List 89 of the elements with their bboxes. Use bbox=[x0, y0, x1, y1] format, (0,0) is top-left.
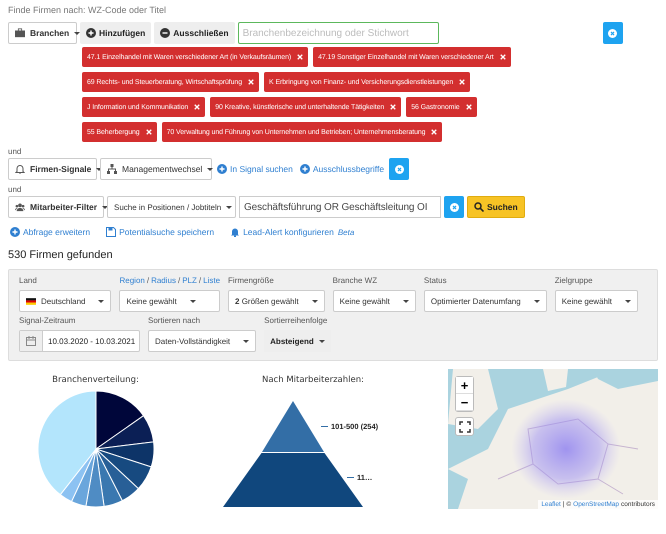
flag-icon bbox=[26, 298, 36, 304]
chart-title: Nach Mitarbeiterzahlen: bbox=[262, 375, 364, 385]
add-link[interactable]: In Signal suchen bbox=[217, 164, 293, 174]
remove-icon[interactable] bbox=[431, 129, 438, 135]
connector-label: und bbox=[8, 185, 22, 196]
close-icon bbox=[450, 202, 458, 212]
calendar-icon bbox=[26, 336, 36, 346]
search-icon bbox=[474, 202, 484, 212]
caret-icon bbox=[402, 300, 409, 302]
filter-label: Branche WZ bbox=[332, 276, 378, 287]
hierarchy-icon bbox=[107, 164, 117, 174]
separator: / bbox=[198, 276, 202, 287]
close-icon bbox=[608, 28, 618, 38]
filter-label: Sortierreihenfolge bbox=[264, 316, 328, 327]
caret-icon bbox=[98, 300, 104, 302]
action-link[interactable]: Lead-Alert konfigurieren bbox=[230, 227, 334, 237]
caret-icon bbox=[243, 340, 250, 342]
connector-label: und bbox=[8, 147, 22, 158]
filter-dropdown[interactable]: 2 Größen gewählt bbox=[228, 290, 325, 312]
filter-dropdown[interactable]: Daten-Vollständigkeit bbox=[148, 330, 256, 352]
filter-label: Land bbox=[19, 276, 38, 287]
signal-dropdown[interactable]: Managementwechsel bbox=[100, 158, 212, 180]
filter-dropdown[interactable]: Deutschland bbox=[19, 290, 112, 312]
clear-button[interactable] bbox=[444, 196, 464, 218]
save-icon bbox=[106, 227, 116, 237]
result-count: 530 Firmen gefunden bbox=[8, 249, 114, 263]
separator: / bbox=[178, 276, 180, 287]
caret-icon bbox=[207, 168, 214, 170]
clear-button[interactable] bbox=[602, 22, 623, 44]
remove-icon[interactable] bbox=[500, 54, 506, 60]
briefcase-icon bbox=[15, 28, 25, 38]
filter-dropdown[interactable]: Keine gewählt bbox=[554, 290, 638, 312]
mode-dropdown[interactable]: Suche in Positionen / Jobtiteln bbox=[107, 196, 236, 218]
region-link[interactable]: Radius bbox=[151, 276, 176, 287]
query-field[interactable]: Geschäftsführung OR Geschäftsleitung OI bbox=[239, 196, 441, 218]
region-link[interactable]: Region bbox=[119, 276, 145, 287]
category-dropdown[interactable]: Branchen bbox=[8, 22, 77, 44]
action-link[interactable]: Potentialsuche speichern bbox=[106, 227, 214, 237]
users-icon bbox=[15, 202, 25, 212]
exclude-button[interactable]: Ausschließen bbox=[154, 22, 235, 44]
caret-icon bbox=[534, 300, 540, 302]
close-icon bbox=[394, 164, 404, 174]
caret-icon bbox=[318, 340, 325, 342]
region-link[interactable]: PLZ bbox=[182, 276, 197, 287]
industry-search-field[interactable]: Branchenbezeichnung oder Stichwort bbox=[238, 22, 439, 44]
plus-circle-icon bbox=[300, 164, 310, 174]
chart-title: Branchenverteilung: bbox=[52, 375, 139, 385]
caret-icon bbox=[624, 300, 631, 302]
bell-icon bbox=[230, 227, 240, 237]
leader-line bbox=[347, 477, 354, 478]
zoom-in-button[interactable]: + bbox=[456, 377, 473, 394]
add-link[interactable]: Ausschlussbegriffe bbox=[300, 164, 384, 174]
leader-line bbox=[321, 426, 328, 427]
category-dropdown[interactable]: Mitarbeiter-Filter bbox=[8, 196, 104, 218]
action-link[interactable]: Abfrage erweitern bbox=[10, 227, 90, 237]
remove-icon[interactable] bbox=[466, 104, 472, 110]
remove-icon[interactable] bbox=[248, 79, 254, 85]
remove-icon[interactable] bbox=[390, 104, 396, 110]
plus-circle-icon bbox=[10, 227, 20, 237]
clear-button[interactable] bbox=[389, 158, 410, 180]
search-button[interactable]: Suchen bbox=[467, 196, 525, 218]
caret-icon bbox=[312, 300, 318, 302]
filter-label: Status bbox=[424, 276, 448, 287]
filter-dropdown[interactable]: Optimierter Datenumfang bbox=[424, 290, 547, 312]
filter-label: Firmengröße bbox=[228, 276, 275, 287]
category-dropdown[interactable]: Firmen-Signale bbox=[8, 158, 97, 180]
date-range-field[interactable]: 10.03.2020 - 10.03.2021 bbox=[19, 330, 140, 352]
caret-icon bbox=[226, 206, 232, 208]
search-label: Finde Firmen nach: WZ-Code oder Titel bbox=[8, 5, 168, 17]
filter-label: Signal-Zeitraum bbox=[19, 316, 76, 327]
caret-icon bbox=[190, 300, 196, 302]
filter-label: Sortieren nach bbox=[148, 316, 202, 327]
plus-circle-icon bbox=[217, 164, 227, 174]
plus-circle-icon bbox=[86, 28, 96, 38]
filter-dropdown[interactable]: Keine gewählt bbox=[332, 290, 416, 312]
remove-icon[interactable] bbox=[194, 104, 200, 110]
remove-icon[interactable] bbox=[146, 129, 152, 135]
fullscreen-icon bbox=[458, 420, 470, 432]
filter-label: Zielgruppe bbox=[554, 276, 594, 287]
add-button[interactable]: Hinzufügen bbox=[80, 22, 152, 44]
separator: / bbox=[146, 276, 150, 287]
region-link[interactable]: Liste bbox=[203, 276, 220, 287]
beta-label: Beta bbox=[338, 228, 354, 236]
fullscreen-button[interactable] bbox=[455, 417, 474, 436]
bell-icon bbox=[15, 164, 25, 174]
minus-circle-icon bbox=[160, 28, 170, 38]
remove-icon[interactable] bbox=[459, 79, 466, 85]
filter-dropdown[interactable]: Keine gewählt bbox=[119, 290, 220, 312]
remove-icon[interactable] bbox=[297, 54, 304, 60]
